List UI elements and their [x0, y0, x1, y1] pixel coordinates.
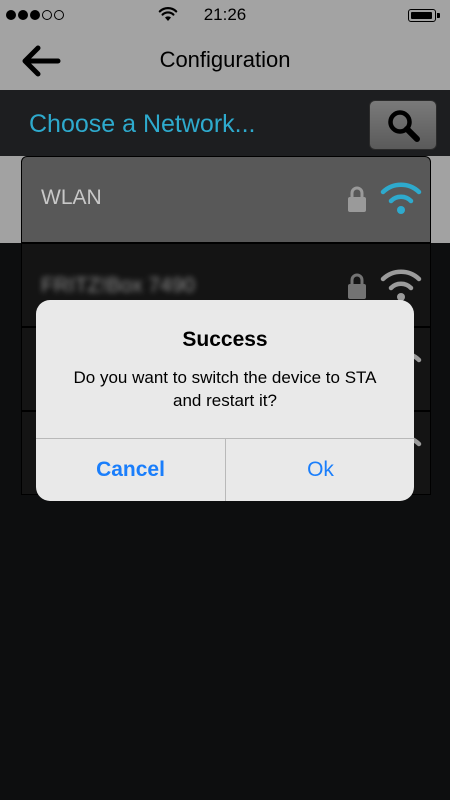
- alert-message: Do you want to switch the device to STA …: [73, 368, 377, 410]
- alert-title: Success: [182, 328, 268, 351]
- lock-icon: [348, 186, 366, 212]
- status-bar: 21:26: [0, 0, 450, 32]
- ok-button[interactable]: Ok: [226, 439, 414, 501]
- network-row-wlan[interactable]: WLAN: [21, 156, 431, 243]
- status-time: 21:26: [203, 5, 247, 24]
- search-icon: [388, 110, 420, 142]
- wifi-signal-icon: [380, 182, 422, 214]
- navigation-bar: Configuration: [0, 32, 450, 90]
- network-name: WLAN: [41, 186, 102, 209]
- cancel-button[interactable]: Cancel: [36, 439, 225, 501]
- alert-dialog: Success Do you want to switch the device…: [36, 300, 414, 501]
- search-button[interactable]: [369, 100, 437, 150]
- choose-network-label: Choose a Network...: [29, 110, 256, 138]
- page-title: Configuration: [159, 47, 291, 72]
- battery-icon: [408, 9, 440, 22]
